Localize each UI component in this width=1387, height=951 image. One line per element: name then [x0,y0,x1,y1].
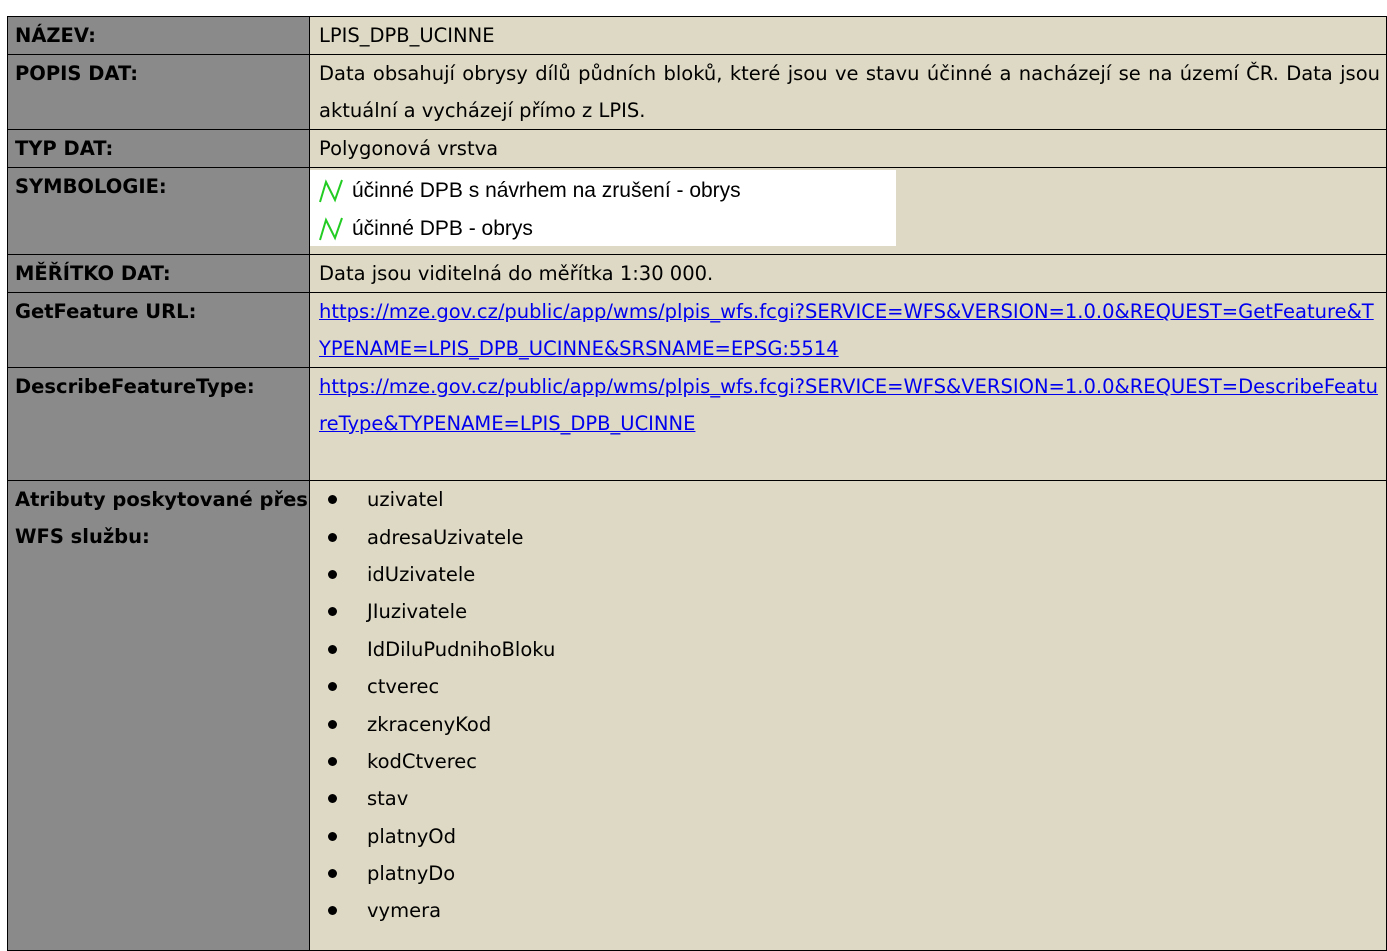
attribute-name: vymera [367,899,442,923]
document-page: NÁZEV: LPIS_DPB_UCINNE POPIS DAT: Data o… [0,0,1387,951]
bullet-icon [328,831,337,841]
legend-item: účinné DPB - obrys [318,210,882,248]
attribute-item: JIuzivatele [325,593,1380,630]
attribute-name: platnyOd [367,824,457,848]
bullet-icon [328,495,337,505]
bullet-icon [328,756,337,766]
row-popis: POPIS DAT: Data obsahují obrysy dílů půd… [7,54,1387,130]
attribute-item: kodCtverec [325,743,1380,780]
label-nazev: NÁZEV: [7,16,310,55]
legend-item-label: účinné DPB s návrhem na zrušení - obrys [352,179,741,202]
row-meritko: MĚŘÍTKO DAT: Data jsou viditelná do měří… [7,254,1387,293]
value-typ: Polygonová vrstva [309,129,1387,168]
attribute-item: adresaUzivatele [325,518,1380,555]
getfeature-url-link[interactable]: https://mze.gov.cz/public/app/wms/plpis_… [319,300,1374,360]
attribute-item: platnyOd [325,818,1380,855]
attribute-item: vymera [325,892,1380,929]
attribute-item: zkracenyKod [325,705,1380,742]
attribute-name: adresaUzivatele [367,525,524,549]
attribute-item: uzivatel [325,481,1380,518]
attribute-item: ctverec [325,668,1380,705]
symbology-legend: účinné DPB s návrhem na zrušení - obrys … [310,170,896,246]
label-typ: TYP DAT: [7,129,310,168]
label-atributy: Atributy poskytované přes WFS službu: [7,480,310,951]
attribute-item: idUzivatele [325,556,1380,593]
bullet-icon [328,794,337,804]
row-getfeature: GetFeature URL: https://mze.gov.cz/publi… [7,292,1387,368]
label-popis: POPIS DAT: [7,54,310,130]
green-outline-icon [319,179,343,203]
attribute-name: zkracenyKod [367,712,492,736]
attribute-name: platnyDo [367,862,456,886]
row-atributy: Atributy poskytované přes WFS službu: uz… [7,480,1387,951]
label-getfeature: GetFeature URL: [7,292,310,368]
attribute-name: idUzivatele [367,562,476,586]
attribute-item: platnyDo [325,855,1380,892]
value-meritko: Data jsou viditelná do měřítka 1:30 000. [309,254,1387,293]
attribute-item: IdDiluPudnihoBloku [325,631,1380,668]
value-nazev: LPIS_DPB_UCINNE [309,16,1387,55]
bullet-icon [328,869,337,879]
legend-item-label: účinné DPB - obrys [352,217,533,240]
row-symbologie: SYMBOLOGIE: účinné DPB s návrhem na zruš… [7,167,1387,255]
label-describe: DescribeFeatureType: [7,367,310,481]
attribute-item: stav [325,780,1380,817]
attribute-name: uzivatel [367,488,444,512]
value-describe: https://mze.gov.cz/public/app/wms/plpis_… [309,367,1387,481]
attribute-name: stav [367,787,409,811]
value-popis: Data obsahují obrysy dílů půdních bloků,… [309,54,1387,130]
attribute-name: JIuzivatele [367,600,468,624]
bullet-icon [328,569,337,579]
bullet-icon [328,906,337,916]
legend-item: účinné DPB s návrhem na zrušení - obrys [318,172,882,210]
value-symbologie: účinné DPB s návrhem na zrušení - obrys … [309,167,1387,255]
row-nazev: NÁZEV: LPIS_DPB_UCINNE [7,16,1387,55]
attribute-name: kodCtverec [367,749,478,773]
attribute-list: uzivatel adresaUzivatele idUzivatele JIuziv… [319,481,1380,930]
row-typ: TYP DAT: Polygonová vrstva [7,129,1387,168]
bullet-icon [328,719,337,729]
bullet-icon [328,682,337,692]
value-getfeature: https://mze.gov.cz/public/app/wms/plpis_… [309,292,1387,368]
attribute-name: ctverec [367,675,440,699]
bullet-icon [328,607,337,617]
value-atributy: uzivatel adresaUzivatele idUzivatele JIuziv… [309,480,1387,951]
green-outline-icon [319,217,343,241]
row-describe: DescribeFeatureType: https://mze.gov.cz/… [7,367,1387,481]
describe-url-link[interactable]: https://mze.gov.cz/public/app/wms/plpis_… [319,375,1378,435]
bullet-icon [328,644,337,654]
bullet-icon [328,532,337,542]
metadata-table: NÁZEV: LPIS_DPB_UCINNE POPIS DAT: Data o… [7,16,1387,951]
attribute-name: IdDiluPudnihoBloku [367,637,556,661]
label-symbologie: SYMBOLOGIE: [7,167,310,255]
label-meritko: MĚŘÍTKO DAT: [7,254,310,293]
